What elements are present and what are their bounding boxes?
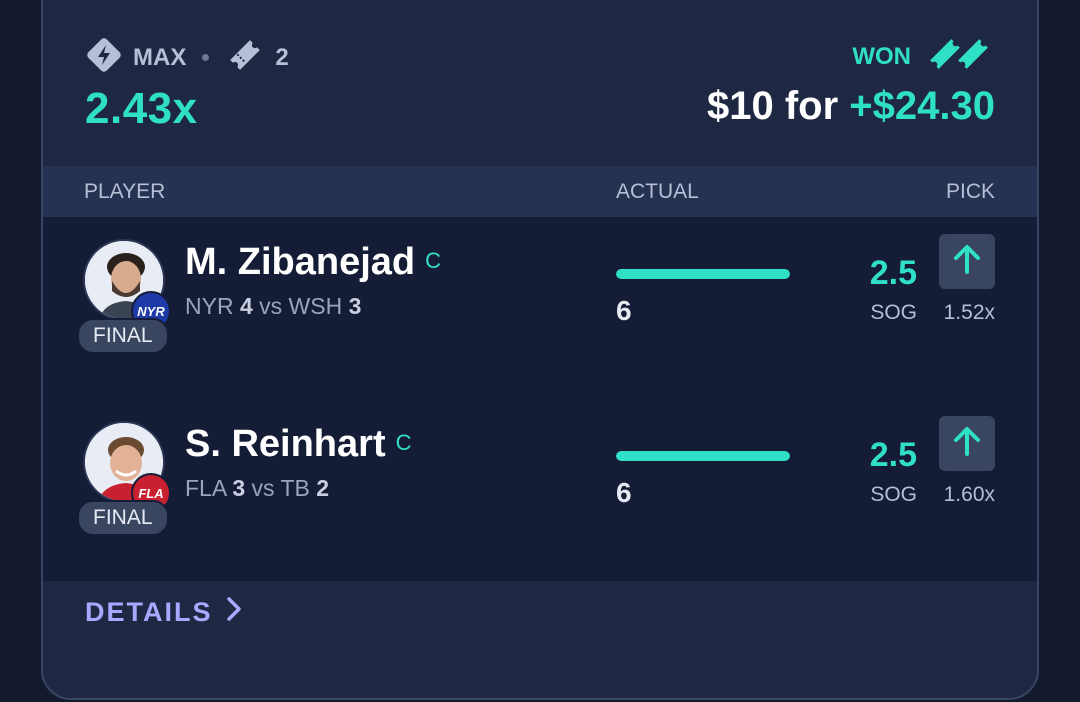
pick-multiplier: 1.60x — [943, 483, 995, 506]
progress-fill — [616, 451, 790, 461]
player-position: C — [395, 430, 412, 455]
tickets-icon — [925, 34, 995, 79]
team-score: 4 — [239, 293, 253, 319]
column-player: PLAYER — [84, 180, 166, 203]
entry-type: MAX 2 — [85, 36, 289, 79]
page: MAX 2 2.43x WON $10 for +$24.30 PLAYER A… — [0, 0, 1080, 702]
player-name-text: M. Zibanejad — [185, 241, 416, 283]
pick-multiplier: 1.52x — [943, 301, 995, 324]
game-score: NYR 4 vs WSH 3 — [185, 293, 361, 320]
pick-direction-button[interactable] — [939, 234, 995, 289]
progress-fill — [616, 269, 790, 279]
opponent-score: 2 — [316, 475, 330, 501]
vs-label: vs — [251, 475, 275, 501]
pick-row[interactable]: FLA FINAL S. Reinhart C FLA 3 vs TB 2 6 2… — [43, 399, 1037, 581]
diamond-bolt-icon — [85, 36, 123, 79]
stake-text: $10 for — [707, 84, 839, 128]
stat-type: SOG — [870, 483, 917, 506]
payout-summary: $10 for +$24.30 — [707, 84, 995, 129]
progress-bar — [616, 269, 790, 279]
player-name: S. Reinhart C — [185, 423, 412, 466]
team-abbr: FLA — [185, 475, 226, 501]
player-name: M. Zibanejad C — [185, 241, 441, 284]
stat-type: SOG — [870, 301, 917, 324]
game-score: FLA 3 vs TB 2 — [185, 475, 329, 502]
opponent-abbr: WSH — [288, 293, 343, 319]
actual-value: 6 — [616, 295, 632, 326]
arrow-up-icon — [950, 424, 984, 463]
legs-count: 2 — [275, 43, 289, 71]
ticket-icon — [227, 37, 263, 78]
pick-row[interactable]: NYR FINAL M. Zibanejad C NYR 4 vs WSH 3 6… — [43, 217, 1037, 399]
mode-label: MAX — [133, 43, 187, 71]
separator-dot — [202, 54, 210, 61]
column-actual: ACTUAL — [616, 180, 699, 203]
column-header: PLAYER ACTUAL PICK — [43, 166, 1037, 217]
opponent-score: 3 — [348, 293, 362, 319]
progress-bar — [616, 451, 790, 461]
projection-line: 2.5 — [869, 254, 917, 292]
player-name-text: S. Reinhart — [185, 423, 386, 465]
entry-status: WON — [852, 34, 995, 79]
actual-value: 6 — [616, 477, 632, 508]
opponent-abbr: TB — [280, 475, 310, 501]
arrow-up-icon — [950, 242, 984, 281]
team-score: 3 — [232, 475, 246, 501]
picks-list: NYR FINAL M. Zibanejad C NYR 4 vs WSH 3 6… — [43, 217, 1037, 581]
team-abbr: NYR — [185, 293, 234, 319]
player-position: C — [425, 248, 442, 273]
chevron-right-icon — [225, 596, 243, 629]
details-label: DETAILS — [85, 597, 213, 627]
game-status-badge: FINAL — [77, 500, 169, 536]
column-pick: PICK — [945, 180, 995, 203]
game-status-badge: FINAL — [77, 318, 169, 354]
vs-label: vs — [259, 293, 283, 319]
entry-multiplier: 2.43x — [85, 84, 198, 133]
payout-amount: +$24.30 — [849, 84, 995, 128]
status-badge: WON — [852, 42, 911, 70]
pick-direction-button[interactable] — [939, 416, 995, 471]
details-link[interactable]: DETAILS — [85, 596, 243, 629]
entry-card[interactable]: MAX 2 2.43x WON $10 for +$24.30 PLAYER A… — [41, 0, 1039, 700]
projection-line: 2.5 — [869, 436, 917, 474]
